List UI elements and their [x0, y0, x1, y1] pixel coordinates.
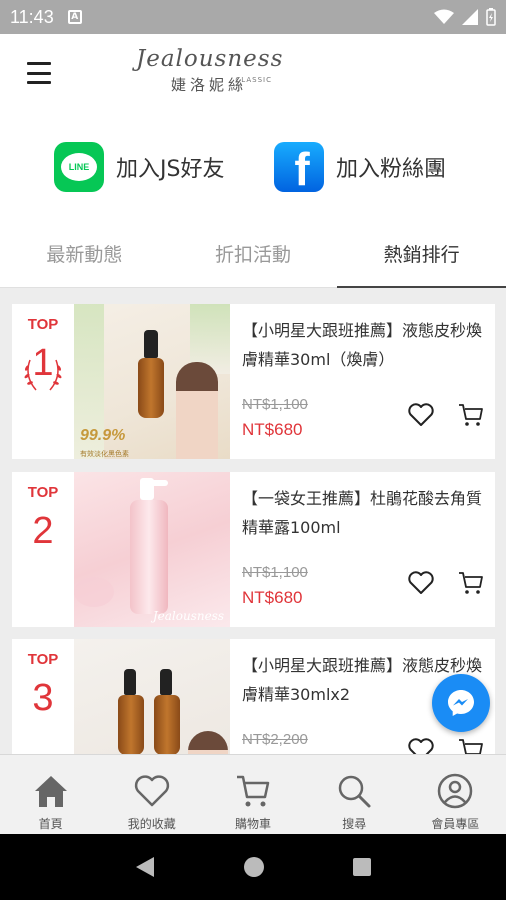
nav-member-label: 會員專區	[431, 817, 480, 831]
product-badge-sub: 有效淡化黑色素	[80, 450, 129, 458]
brand-logo[interactable]: Jealousness CLASSIC 婕洛妮絲	[136, 46, 282, 95]
tab-best-sellers[interactable]: 熱銷排行	[337, 220, 506, 288]
nav-member[interactable]: 會員專區	[405, 755, 506, 834]
product-badge: 99.9%	[80, 427, 126, 444]
product-card[interactable]: TOP 3 【小明星大跟班推薦】液態皮秒煥膚精華30mlx2 NT$2,200	[12, 639, 495, 754]
signal-icon	[462, 9, 478, 25]
rank-badge: TOP 3	[12, 639, 74, 754]
nav-favorites[interactable]: 我的收藏	[101, 755, 202, 834]
tab-news[interactable]: 最新動態	[0, 220, 169, 287]
nav-search[interactable]: 搜尋	[304, 755, 405, 834]
battery-icon	[486, 8, 496, 26]
social-row: LINE 加入JS好友 f 加入粉絲團	[0, 118, 506, 220]
rank-badge: TOP 1	[12, 304, 74, 459]
user-icon	[438, 773, 473, 809]
product-card[interactable]: TOP 1 99.9% 有效淡化黑色素 【小明星大跟班推薦】液態皮秒煥膚精華30…	[12, 304, 495, 459]
status-icons	[434, 8, 496, 26]
add-to-cart-icon[interactable]	[457, 402, 485, 428]
status-bar: 11:43 A	[0, 0, 506, 34]
logo-classic: CLASSIC	[235, 76, 272, 84]
nav-home-label: 首頁	[38, 817, 63, 831]
search-icon	[338, 775, 371, 808]
product-info: 【一袋女王推薦】杜鵑花酸去角質精華露100ml NT$1,100 NT$680	[230, 472, 495, 627]
home-icon	[34, 776, 67, 807]
bottom-nav: 首頁 我的收藏 購物車 搜尋 會員專區	[0, 754, 506, 834]
product-watermark: Jealousness	[152, 609, 224, 623]
join-facebook-button[interactable]: f 加入粉絲團	[274, 142, 446, 192]
add-to-cart-icon[interactable]	[457, 570, 485, 596]
join-line-label: 加入JS好友	[116, 157, 225, 182]
add-to-cart-icon[interactable]	[457, 737, 485, 754]
product-list: TOP 1 99.9% 有效淡化黑色素 【小明星大跟班推薦】液態皮秒煥膚精華30…	[0, 288, 506, 754]
system-nav-bar	[0, 834, 506, 900]
product-title[interactable]: 【一袋女王推薦】杜鵑花酸去角質精華露100ml	[242, 484, 485, 542]
messenger-chat-button[interactable]	[432, 674, 490, 732]
app-header: Jealousness CLASSIC 婕洛妮絲	[0, 34, 506, 118]
rank-top-label: TOP	[27, 651, 59, 668]
messenger-icon	[448, 690, 474, 716]
status-time: 11:43	[10, 6, 54, 27]
nav-favorites-label: 我的收藏	[127, 817, 176, 831]
back-icon[interactable]	[134, 855, 156, 879]
tab-bar: 最新動態 折扣活動 熱銷排行	[0, 220, 506, 288]
facebook-icon: f	[274, 142, 324, 192]
favorite-icon[interactable]	[407, 737, 435, 754]
sale-price: NT$680	[242, 420, 303, 439]
product-title[interactable]: 【小明星大跟班推薦】液態皮秒煥膚精華30ml（煥膚）	[242, 316, 485, 374]
rank-number: 3	[32, 677, 54, 719]
product-info: 【小明星大跟班推薦】液態皮秒煥膚精華30ml（煥膚） NT$1,100 NT$6…	[230, 304, 495, 459]
nav-home[interactable]: 首頁	[0, 755, 101, 834]
line-icon: LINE	[54, 142, 104, 192]
original-price: NT$1,100	[242, 564, 308, 581]
rank-number: 2	[32, 510, 54, 552]
cart-icon	[237, 775, 270, 807]
favorite-icon[interactable]	[407, 402, 435, 428]
nav-cart-label: 購物車	[235, 817, 272, 831]
join-line-button[interactable]: LINE 加入JS好友	[54, 142, 224, 192]
notification-icon: A	[67, 10, 82, 24]
product-card[interactable]: TOP 2 Jealousness 【一袋女王推薦】杜鵑花酸去角質精華露100m…	[12, 472, 495, 627]
nav-cart[interactable]: 購物車	[202, 755, 303, 834]
product-image[interactable]	[74, 639, 230, 754]
heart-icon	[134, 775, 169, 807]
home-button-icon[interactable]	[243, 856, 265, 878]
logo-script: Jealousness	[136, 46, 284, 72]
original-price: NT$1,100	[242, 396, 308, 413]
product-image[interactable]: 99.9% 有效淡化黑色素	[74, 304, 230, 459]
menu-icon[interactable]	[27, 62, 51, 84]
product-image[interactable]: Jealousness	[74, 472, 230, 627]
tab-discounts[interactable]: 折扣活動	[169, 220, 338, 287]
rank-number: 1	[32, 342, 54, 384]
join-facebook-label: 加入粉絲團	[336, 157, 447, 182]
rank-top-label: TOP	[27, 484, 59, 501]
wifi-icon	[434, 9, 454, 24]
rank-top-label: TOP	[27, 316, 59, 333]
rank-badge: TOP 2	[12, 472, 74, 627]
original-price: NT$2,200	[242, 731, 308, 748]
nav-search-label: 搜尋	[342, 817, 367, 831]
sale-price: NT$680	[242, 588, 303, 607]
recents-icon[interactable]	[352, 857, 372, 877]
favorite-icon[interactable]	[407, 570, 435, 596]
